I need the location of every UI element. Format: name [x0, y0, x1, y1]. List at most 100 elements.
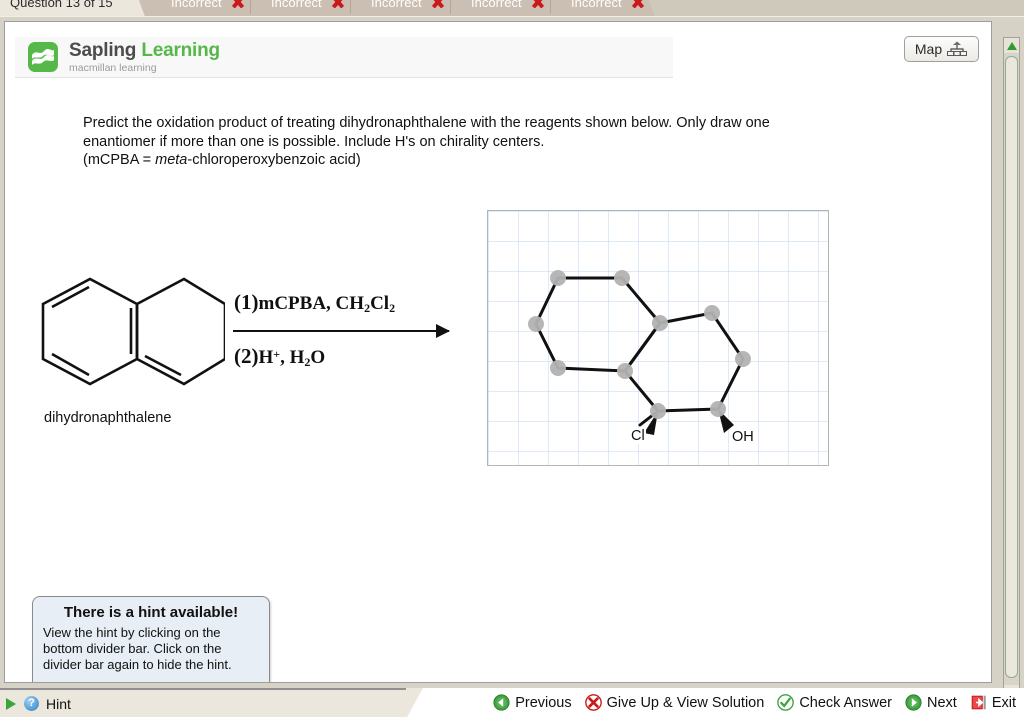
reagent-step1-number: (1): [234, 290, 259, 314]
hint-body-line-2: bottom divider bar. Click on the: [43, 641, 259, 657]
atom-node[interactable]: [650, 403, 666, 419]
hint-body-line-3: divider bar again to hide the hint.: [43, 657, 259, 673]
tab-label: Incorrect: [571, 0, 622, 16]
tab-separator: [350, 0, 351, 14]
brand-name-first: Sapling: [69, 40, 136, 61]
reaction-arrow: [233, 330, 449, 332]
reagent-line-2: (2)H+, H2O: [234, 344, 449, 370]
question-page: Sapling Learning macmillan learning Map: [5, 22, 991, 682]
give-up-button[interactable]: Give Up & View Solution: [585, 694, 765, 711]
reagent-step1-sub2: 2: [389, 301, 395, 315]
hint-tooltip: There is a hint available! View the hint…: [32, 596, 270, 682]
question-line-3: (mCPBA = meta-chloroperoxybenzoic acid): [83, 151, 951, 170]
tab-separator: [250, 0, 251, 14]
action-toolbar: Previous Give Up & View Solution Check A…: [493, 688, 1016, 717]
atom-node-group: [528, 270, 751, 419]
hint-body: View the hint by clicking on the bottom …: [43, 625, 259, 673]
brand-name-second: Learning: [141, 40, 220, 61]
reagent-conditions: (1)mCPBA, CH2Cl2: [234, 290, 449, 316]
expand-triangle-icon: [6, 698, 16, 710]
tab-label: Incorrect: [371, 0, 422, 16]
tab-question-13[interactable]: Question 13 of 15: [0, 0, 146, 16]
reagent-step1-mid: Cl: [370, 293, 389, 314]
question-line-2: enantiomer if more than one is possible.…: [83, 133, 951, 152]
next-button[interactable]: Next: [905, 694, 957, 711]
sapling-brand-text: Sapling Learning macmillan learning: [69, 41, 220, 74]
incorrect-x-icon: [630, 0, 644, 9]
tab-incorrect-2[interactable]: Incorrect: [255, 0, 357, 16]
molecule-drawing-canvas[interactable]: Cl OH: [487, 210, 829, 466]
incorrect-x-icon: [230, 0, 244, 9]
tab-label: Incorrect: [171, 0, 222, 16]
hint-divider-bar[interactable]: ? Hint: [0, 688, 406, 717]
reagent-step2-o: O: [310, 347, 325, 368]
vertical-scrollbar[interactable]: [1003, 37, 1020, 701]
atom-node[interactable]: [710, 401, 726, 417]
atom-node[interactable]: [735, 351, 751, 367]
mcpba-def-post: -chloroperoxybenzoic acid): [187, 152, 360, 168]
hint-title: There is a hint available!: [43, 604, 259, 621]
tab-label: Incorrect: [271, 0, 322, 16]
window-frame: Sapling Learning macmillan learning Map: [0, 16, 1024, 688]
atom-node[interactable]: [614, 270, 630, 286]
tab-separator: [450, 0, 451, 14]
exit-door-icon: [970, 694, 987, 711]
previous-button[interactable]: Previous: [493, 694, 571, 711]
arrow-left-circle-icon: [493, 694, 510, 711]
application-window: Question 13 of 15 Incorrect Incorrect In…: [0, 0, 1024, 717]
brand-title: Sapling Learning: [69, 41, 220, 60]
atom-node[interactable]: [550, 270, 566, 286]
map-button[interactable]: Map: [904, 36, 979, 62]
hint-body-line-1: View the hint by clicking on the: [43, 625, 259, 641]
reagent-step2-number: (2): [234, 344, 259, 368]
question-line-1: Predict the oxidation product of treatin…: [83, 114, 951, 133]
exit-label: Exit: [992, 695, 1016, 711]
arrow-right-circle-icon: [905, 694, 922, 711]
brand-subtitle: macmillan learning: [69, 63, 220, 74]
scrollbar-thumb[interactable]: [1005, 56, 1018, 678]
content-frame: Sapling Learning macmillan learning Map: [4, 21, 992, 683]
tab-separator: [550, 0, 551, 14]
reactant-name-label: dihydronaphthalene: [44, 410, 171, 426]
incorrect-x-icon: [430, 0, 444, 9]
reagent-step1-text: mCPBA, CH: [259, 293, 365, 314]
hint-close-link[interactable]: Close: [43, 679, 259, 682]
incorrect-x-icon: [530, 0, 544, 9]
triangle-up-icon: [1007, 42, 1017, 50]
x-circle-icon: [585, 694, 602, 711]
tab-incorrect-1[interactable]: Incorrect: [155, 0, 257, 16]
reagent-step2-comma: , H: [280, 347, 304, 368]
check-answer-button[interactable]: Check Answer: [777, 694, 892, 711]
sitemap-icon: [946, 40, 968, 59]
previous-label: Previous: [515, 695, 571, 711]
mcpba-def-italic: meta: [155, 152, 187, 168]
reagent-line-1: (1)mCPBA, CH2Cl2: [234, 290, 449, 316]
check-answer-label: Check Answer: [799, 695, 892, 711]
atom-node[interactable]: [550, 360, 566, 376]
hint-bar-label: Hint: [46, 696, 71, 712]
exit-button[interactable]: Exit: [970, 694, 1016, 711]
atom-node[interactable]: [617, 363, 633, 379]
reactant-structure-dihydronaphthalene: [35, 274, 225, 394]
atom-node[interactable]: [704, 305, 720, 321]
reagent-step2-h: H: [259, 347, 274, 368]
give-up-label: Give Up & View Solution: [607, 695, 765, 711]
bottom-divider-bar[interactable]: ? Hint Previous Give Up & View Solution: [0, 688, 1024, 717]
drawn-molecule[interactable]: [488, 211, 828, 465]
tab-incorrect-5[interactable]: Incorrect: [555, 0, 657, 16]
scroll-up-button[interactable]: [1004, 38, 1019, 53]
mcpba-def-pre: (mCPBA =: [83, 152, 155, 168]
atom-node[interactable]: [652, 315, 668, 331]
atom-label-cl[interactable]: Cl: [630, 428, 646, 444]
atom-node[interactable]: [528, 316, 544, 332]
check-circle-icon: [777, 694, 794, 711]
incorrect-x-icon: [330, 0, 344, 9]
next-label: Next: [927, 695, 957, 711]
map-button-label: Map: [915, 41, 942, 57]
hint-question-icon: ?: [24, 696, 39, 711]
tab-label: Question 13 of 15: [10, 0, 113, 16]
sapling-brand-header: Sapling Learning macmillan learning: [15, 37, 673, 78]
tab-incorrect-4[interactable]: Incorrect: [455, 0, 557, 16]
atom-label-oh[interactable]: OH: [731, 429, 755, 445]
tab-incorrect-3[interactable]: Incorrect: [355, 0, 457, 16]
